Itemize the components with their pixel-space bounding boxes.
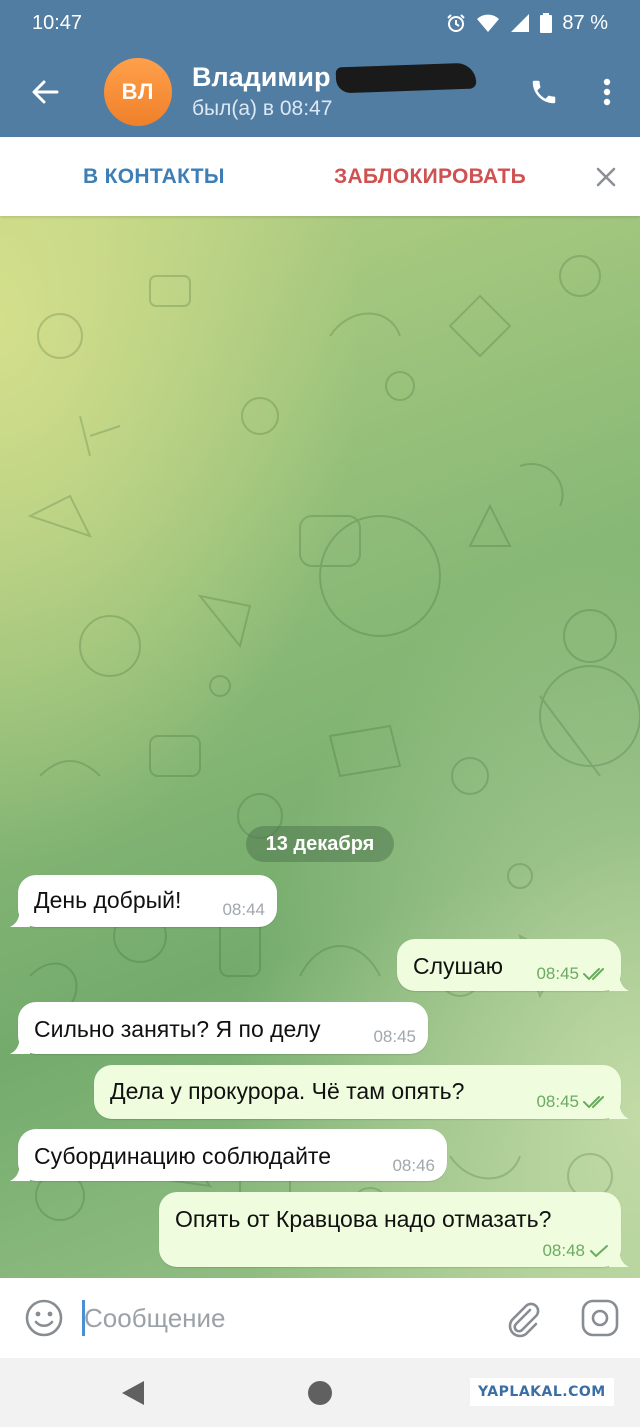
block-user-button[interactable]: ЗАБЛОКИРОВАТЬ <box>334 165 526 189</box>
message-text: Опять от Кравцова надо отмазать? <box>175 1206 552 1232</box>
more-menu-button[interactable] <box>574 46 640 137</box>
system-nav-bar: YAPLAKAL.COM <box>0 1358 640 1427</box>
avatar[interactable]: ВЛ <box>104 57 172 126</box>
message-time: 08:45 <box>536 964 579 983</box>
close-icon[interactable] <box>592 163 620 191</box>
contact-name: Владимир <box>192 62 331 92</box>
check-icon <box>590 1245 608 1258</box>
message-meta: 08:46 <box>392 1156 435 1176</box>
message-outgoing[interactable]: Дела у прокурора. Чё там опять? 08:45 <box>94 1065 629 1119</box>
more-vertical-icon <box>603 78 611 105</box>
wifi-icon <box>477 14 500 32</box>
nav-home-button[interactable] <box>308 1381 332 1405</box>
message-composer <box>0 1278 640 1358</box>
battery-icon <box>540 13 553 33</box>
alarm-icon <box>447 14 466 32</box>
bubble-tail <box>10 907 30 927</box>
double-check-icon <box>583 968 604 981</box>
emoji-icon[interactable] <box>24 1298 64 1338</box>
bubble-tail <box>10 1161 30 1181</box>
message-meta: 08:45 <box>536 1092 609 1112</box>
status-time: 10:47 <box>32 11 83 34</box>
status-bar: 10:47 87 % <box>0 0 640 46</box>
phone-icon <box>532 80 556 103</box>
message-outgoing[interactable]: Слушаю 08:45 <box>397 939 629 991</box>
redaction-scribble <box>336 62 477 93</box>
message-outgoing[interactable]: Опять от Кравцова надо отмазать? 08:48 <box>159 1192 629 1267</box>
message-meta: 08:44 <box>222 900 265 920</box>
message-input[interactable] <box>84 1296 484 1340</box>
message-time: 08:44 <box>222 900 265 919</box>
arrow-left-icon <box>32 80 59 103</box>
chat-area[interactable]: 13 декабря День добрый! 08:44 Слушаю 08:… <box>0 216 640 1278</box>
message-meta: 08:45 <box>373 1027 416 1047</box>
bubble-tail <box>609 971 629 991</box>
message-incoming[interactable]: День добрый! 08:44 <box>10 875 277 927</box>
message-incoming[interactable]: Субординацию соблюдайте 08:46 <box>10 1129 447 1181</box>
message-meta: 08:48 <box>542 1241 609 1261</box>
date-separator: 13 декабря <box>246 826 394 862</box>
contact-action-bar: В КОНТАКТЫ ЗАБЛОКИРОВАТЬ <box>0 137 640 216</box>
message-time: 08:45 <box>536 1092 579 1111</box>
paperclip-icon[interactable] <box>502 1298 542 1338</box>
contact-info[interactable]: Владимир был(а) в 08:47 <box>192 62 514 121</box>
bubble-tail <box>10 1034 30 1054</box>
watermark: YAPLAKAL.COM <box>470 1378 614 1406</box>
bubble-tail <box>609 1099 629 1119</box>
message-time: 08:48 <box>542 1241 585 1260</box>
battery-percent: 87 % <box>562 11 608 34</box>
message-time: 08:45 <box>373 1027 416 1046</box>
message-text: Дела у прокурора. Чё там опять? <box>110 1078 465 1104</box>
call-button[interactable] <box>514 46 574 137</box>
signal-icon <box>511 14 530 32</box>
bubble-tail <box>609 1247 629 1267</box>
message-incoming[interactable]: Сильно заняты? Я по делу 08:45 <box>10 1002 428 1054</box>
message-text: Субординацию соблюдайте <box>34 1143 332 1169</box>
status-icons: 87 % <box>446 12 608 35</box>
message-text: День добрый! <box>34 887 182 913</box>
double-check-icon <box>583 1096 604 1109</box>
nav-back-icon[interactable] <box>120 1379 146 1407</box>
last-seen-status: был(а) в 08:47 <box>192 97 333 120</box>
add-to-contacts-button[interactable]: В КОНТАКТЫ <box>83 165 225 189</box>
message-text: Слушаю <box>413 953 504 979</box>
camera-icon[interactable] <box>580 1298 620 1338</box>
message-time: 08:46 <box>392 1156 435 1175</box>
back-button[interactable] <box>0 46 90 137</box>
message-text: Сильно заняты? Я по делу <box>34 1016 321 1042</box>
chat-header: ВЛ Владимир был(а) в 08:47 <box>0 46 640 137</box>
message-meta: 08:45 <box>536 964 609 984</box>
